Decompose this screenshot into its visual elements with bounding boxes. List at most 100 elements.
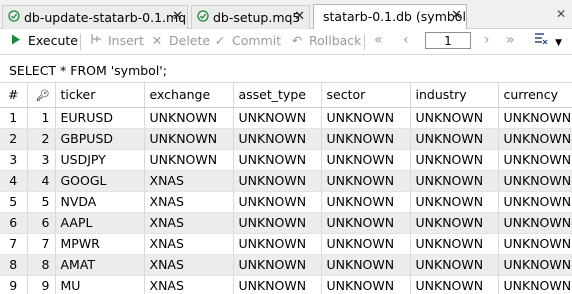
column-header-currency[interactable]: currency bbox=[498, 83, 572, 108]
tab-close-icon[interactable]: ✕ bbox=[294, 9, 305, 24]
industry-cell[interactable]: UNKNOWN bbox=[410, 275, 499, 294]
asset-type-cell[interactable]: UNKNOWN bbox=[233, 107, 322, 129]
table-row[interactable]: 9 9 MU XNAS UNKNOWN UNKNOWN UNKNOWN UNKNOWN bbox=[0, 275, 572, 294]
column-header-industry[interactable]: industry bbox=[410, 83, 499, 108]
currency-cell[interactable]: UNKNOWN bbox=[498, 107, 572, 129]
id-cell[interactable]: 4 bbox=[27, 170, 56, 192]
currency-cell[interactable]: UNKNOWN bbox=[498, 128, 572, 150]
ticker-cell[interactable]: AMAT bbox=[55, 254, 145, 276]
asset-type-cell[interactable]: UNKNOWN bbox=[233, 254, 322, 276]
page-number-input[interactable] bbox=[425, 32, 471, 49]
asset-type-cell[interactable]: UNKNOWN bbox=[233, 128, 322, 150]
currency-cell[interactable]: UNKNOWN bbox=[498, 191, 572, 213]
row-number-cell[interactable]: 5 bbox=[0, 191, 28, 213]
sector-cell[interactable]: UNKNOWN bbox=[321, 191, 411, 213]
sector-cell[interactable]: UNKNOWN bbox=[321, 212, 411, 234]
column-header-asset-type[interactable]: asset_type bbox=[233, 83, 322, 108]
sector-cell[interactable]: UNKNOWN bbox=[321, 233, 411, 255]
table-row[interactable]: 6 6 AAPL XNAS UNKNOWN UNKNOWN UNKNOWN UNKNOWN bbox=[0, 212, 572, 234]
currency-cell[interactable]: UNKNOWN bbox=[498, 212, 572, 234]
tab-statarb-db-symbol[interactable]: statarb-0.1.db (symbol) ✕ bbox=[313, 4, 467, 29]
asset-type-cell[interactable]: UNKNOWN bbox=[233, 233, 322, 255]
industry-cell[interactable]: UNKNOWN bbox=[410, 254, 499, 276]
sector-cell[interactable]: UNKNOWN bbox=[321, 170, 411, 192]
currency-cell[interactable]: UNKNOWN bbox=[498, 149, 572, 171]
industry-cell[interactable]: UNKNOWN bbox=[410, 212, 499, 234]
tab-close-icon[interactable]: ✕ bbox=[451, 8, 462, 23]
commit-button[interactable]: ✓ Commit bbox=[213, 33, 281, 51]
id-cell[interactable]: 8 bbox=[27, 254, 56, 276]
asset-type-cell[interactable]: UNKNOWN bbox=[233, 170, 322, 192]
row-number-cell[interactable]: 3 bbox=[0, 149, 28, 171]
id-cell[interactable]: 7 bbox=[27, 233, 56, 255]
id-cell[interactable]: 1 bbox=[27, 107, 56, 129]
sector-cell[interactable]: UNKNOWN bbox=[321, 149, 411, 171]
table-row[interactable]: 8 8 AMAT XNAS UNKNOWN UNKNOWN UNKNOWN UNKNOWN bbox=[0, 254, 572, 276]
id-cell[interactable]: 9 bbox=[27, 275, 56, 294]
asset-type-cell[interactable]: UNKNOWN bbox=[233, 191, 322, 213]
id-cell[interactable]: 5 bbox=[27, 191, 56, 213]
currency-cell[interactable]: UNKNOWN bbox=[498, 275, 572, 294]
currency-cell[interactable]: UNKNOWN bbox=[498, 233, 572, 255]
industry-cell[interactable]: UNKNOWN bbox=[410, 128, 499, 150]
industry-cell[interactable]: UNKNOWN bbox=[410, 191, 499, 213]
id-cell[interactable]: 3 bbox=[27, 149, 56, 171]
table-row[interactable]: 7 7 MPWR XNAS UNKNOWN UNKNOWN UNKNOWN UNKNOWN bbox=[0, 233, 572, 255]
first-page-icon[interactable]: « bbox=[374, 32, 383, 48]
industry-cell[interactable]: UNKNOWN bbox=[410, 107, 499, 129]
industry-cell[interactable]: UNKNOWN bbox=[410, 170, 499, 192]
row-number-cell[interactable]: 2 bbox=[0, 128, 28, 150]
currency-cell[interactable]: UNKNOWN bbox=[498, 254, 572, 276]
row-number-cell[interactable]: 1 bbox=[0, 107, 28, 129]
tab-db-setup[interactable]: db-setup.mq5 ✕ bbox=[191, 5, 310, 29]
previous-page-icon[interactable]: ‹ bbox=[403, 32, 409, 48]
row-number-cell[interactable]: 8 bbox=[0, 254, 28, 276]
exchange-cell[interactable]: XNAS bbox=[144, 254, 234, 276]
sector-cell[interactable]: UNKNOWN bbox=[321, 128, 411, 150]
exchange-cell[interactable]: XNAS bbox=[144, 275, 234, 294]
table-row[interactable]: 2 2 GBPUSD UNKNOWN UNKNOWN UNKNOWN UNKNOWN UNKN… bbox=[0, 128, 572, 150]
row-number-cell[interactable]: 7 bbox=[0, 233, 28, 255]
table-row[interactable]: 5 5 NVDA XNAS UNKNOWN UNKNOWN UNKNOWN UNKNOWN bbox=[0, 191, 572, 213]
sector-cell[interactable]: UNKNOWN bbox=[321, 107, 411, 129]
asset-type-cell[interactable]: UNKNOWN bbox=[233, 212, 322, 234]
column-header-row-number[interactable]: # bbox=[0, 83, 28, 108]
id-cell[interactable]: 6 bbox=[27, 212, 56, 234]
exchange-cell[interactable]: UNKNOWN bbox=[144, 149, 234, 171]
tab-db-update-statarb[interactable]: db-update-statarb-0.1.mq5 ✕ bbox=[2, 5, 188, 29]
ticker-cell[interactable]: GBPUSD bbox=[55, 128, 145, 150]
exchange-cell[interactable]: XNAS bbox=[144, 191, 234, 213]
row-number-cell[interactable]: 9 bbox=[0, 275, 28, 294]
next-page-icon[interactable]: › bbox=[484, 32, 490, 48]
asset-type-cell[interactable]: UNKNOWN bbox=[233, 149, 322, 171]
exchange-cell[interactable]: UNKNOWN bbox=[144, 128, 234, 150]
column-header-exchange[interactable]: exchange bbox=[144, 83, 234, 108]
column-header-ticker[interactable]: ticker bbox=[55, 83, 145, 108]
row-number-cell[interactable]: 4 bbox=[0, 170, 28, 192]
table-row[interactable]: 4 4 GOOGL XNAS UNKNOWN UNKNOWN UNKNOWN UNKNOWN bbox=[0, 170, 572, 192]
exchange-cell[interactable]: UNKNOWN bbox=[144, 107, 234, 129]
exchange-cell[interactable]: XNAS bbox=[144, 212, 234, 234]
execute-button[interactable]: Execute bbox=[9, 33, 78, 51]
sector-cell[interactable]: UNKNOWN bbox=[321, 254, 411, 276]
currency-cell[interactable]: UNKNOWN bbox=[498, 170, 572, 192]
ticker-cell[interactable]: NVDA bbox=[55, 191, 145, 213]
close-all-icon[interactable]: ✕ bbox=[556, 7, 566, 21]
ticker-cell[interactable]: USDJPY bbox=[55, 149, 145, 171]
column-header-sector[interactable]: sector bbox=[321, 83, 411, 108]
ticker-cell[interactable]: MPWR bbox=[55, 233, 145, 255]
column-header-key[interactable]: 🔑︎ bbox=[27, 83, 56, 108]
ticker-cell[interactable]: MU bbox=[55, 275, 145, 294]
sql-query-editor[interactable]: SELECT * FROM 'symbol'; bbox=[0, 55, 572, 83]
table-row[interactable]: 3 3 USDJPY UNKNOWN UNKNOWN UNKNOWN UNKNOWN UNKN… bbox=[0, 149, 572, 171]
rollback-button[interactable]: ↶ Rollback bbox=[290, 33, 362, 51]
ticker-cell[interactable]: EURUSD bbox=[55, 107, 145, 129]
industry-cell[interactable]: UNKNOWN bbox=[410, 233, 499, 255]
industry-cell[interactable]: UNKNOWN bbox=[410, 149, 499, 171]
exchange-cell[interactable]: XNAS bbox=[144, 170, 234, 192]
ticker-cell[interactable]: AAPL bbox=[55, 212, 145, 234]
id-cell[interactable]: 2 bbox=[27, 128, 56, 150]
sector-cell[interactable]: UNKNOWN bbox=[321, 275, 411, 294]
last-page-icon[interactable]: » bbox=[506, 32, 515, 48]
delete-button[interactable]: ✕ Delete bbox=[150, 33, 210, 51]
